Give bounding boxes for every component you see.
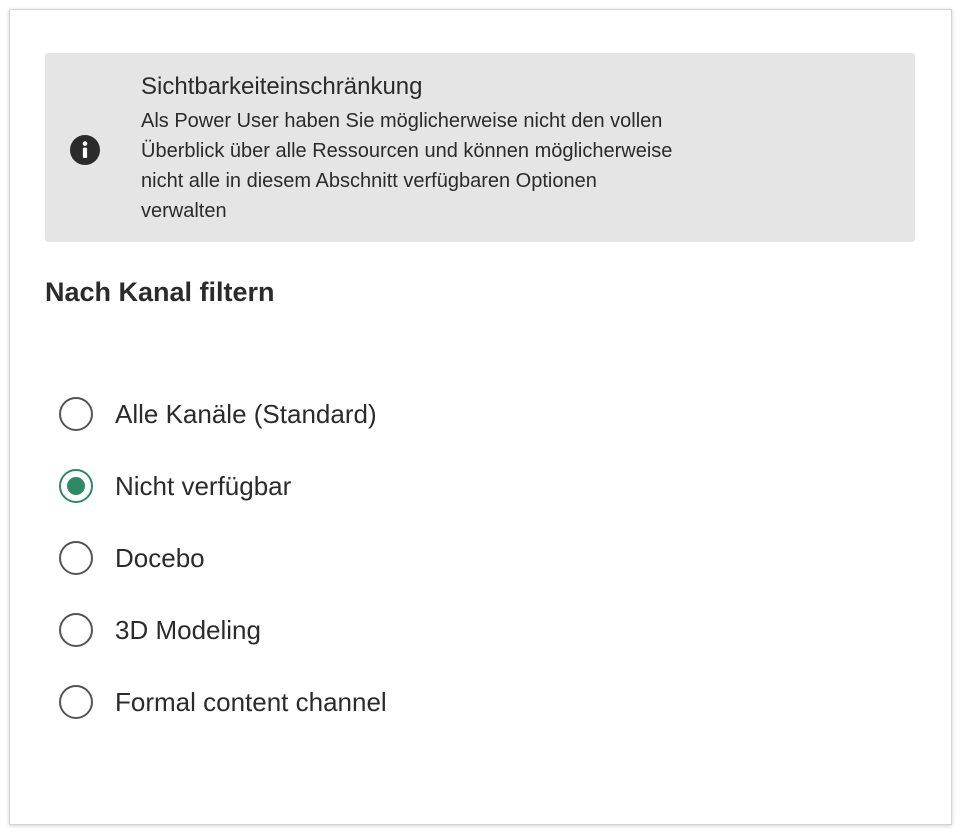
radio-button[interactable] bbox=[59, 685, 93, 719]
notice-line: verwalten bbox=[141, 200, 227, 222]
radio-option-formal-content-channel[interactable]: Formal content channel bbox=[59, 680, 387, 724]
channel-radio-group: Alle Kanäle (Standard) Nicht verfügbar D… bbox=[59, 392, 387, 752]
radio-label[interactable]: Docebo bbox=[115, 541, 205, 575]
notice-line: nicht alle in diesem Abschnitt verfügbar… bbox=[141, 170, 597, 192]
radio-label[interactable]: Formal content channel bbox=[115, 685, 387, 719]
radio-label[interactable]: 3D Modeling bbox=[115, 613, 261, 647]
section-title: Nach Kanal filtern bbox=[45, 277, 275, 307]
notice-line: Als Power User haben Sie möglicherweise … bbox=[141, 110, 663, 132]
notice-body: Als Power User haben Sie möglicherweise … bbox=[141, 106, 881, 226]
radio-label[interactable]: Nicht verfügbar bbox=[115, 469, 291, 503]
radio-option-all-channels[interactable]: Alle Kanäle (Standard) bbox=[59, 392, 387, 436]
radio-option-3d-modeling[interactable]: 3D Modeling bbox=[59, 608, 387, 652]
notice-text: Sichtbarkeiteinschränkung Als Power User… bbox=[141, 71, 881, 226]
visibility-notice: Sichtbarkeiteinschränkung Als Power User… bbox=[45, 53, 915, 242]
radio-option-not-available[interactable]: Nicht verfügbar bbox=[59, 464, 387, 508]
radio-button[interactable] bbox=[59, 469, 93, 503]
notice-line: Überblick über alle Ressourcen und könne… bbox=[141, 140, 673, 162]
radio-button[interactable] bbox=[59, 541, 93, 575]
radio-dot bbox=[67, 477, 85, 495]
filter-panel: Sichtbarkeiteinschränkung Als Power User… bbox=[9, 9, 952, 825]
radio-option-docebo[interactable]: Docebo bbox=[59, 536, 387, 580]
radio-button[interactable] bbox=[59, 397, 93, 431]
radio-label[interactable]: Alle Kanäle (Standard) bbox=[115, 397, 377, 431]
notice-title: Sichtbarkeiteinschränkung bbox=[141, 73, 423, 100]
radio-button[interactable] bbox=[59, 613, 93, 647]
info-icon bbox=[70, 135, 100, 165]
